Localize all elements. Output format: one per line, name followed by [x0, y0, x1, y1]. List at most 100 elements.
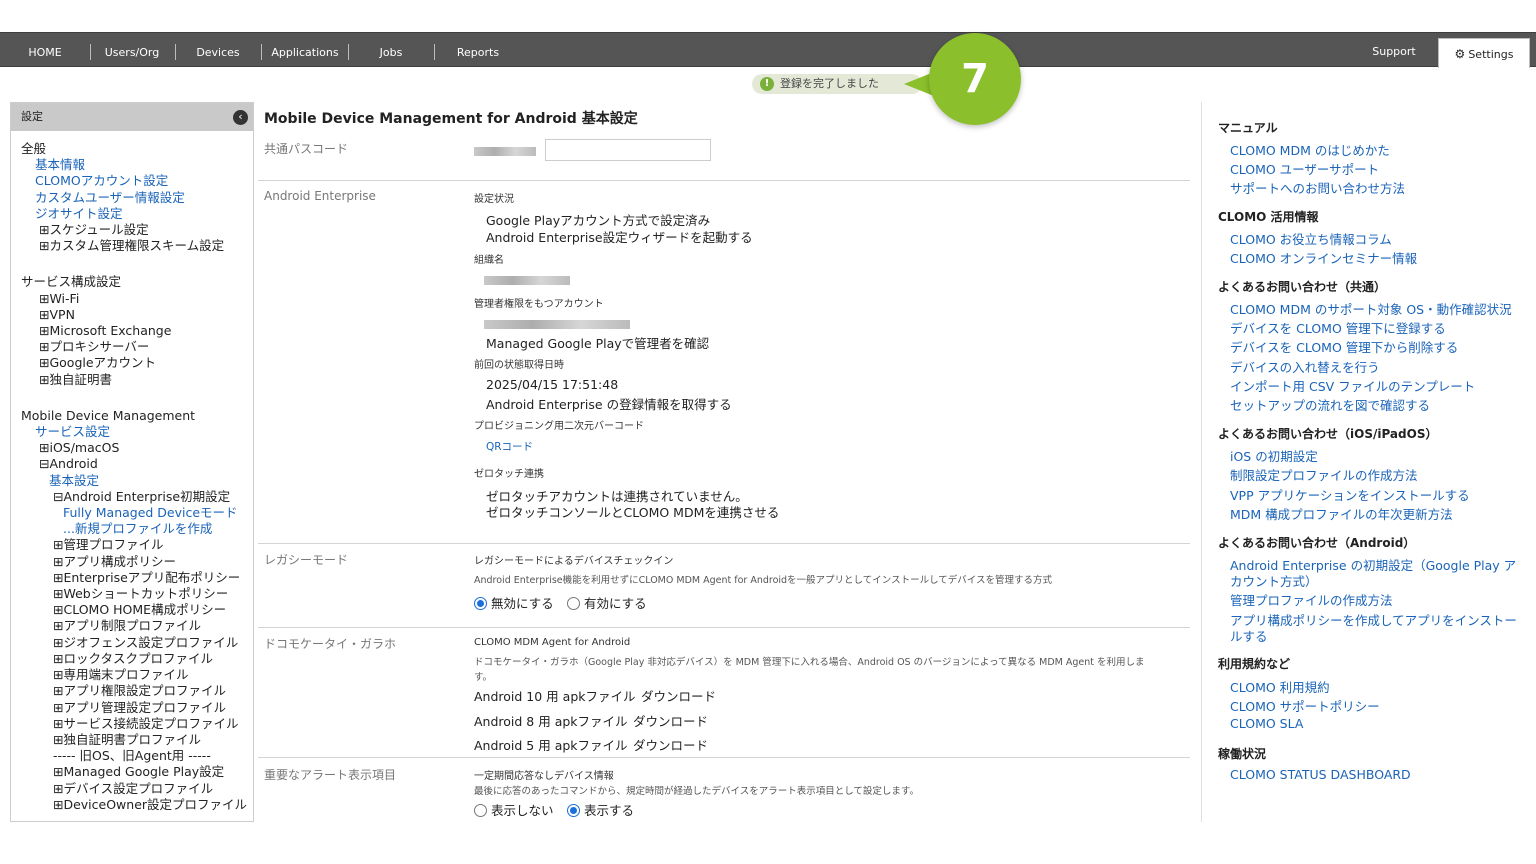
- radio-unselected[interactable]: [567, 597, 580, 610]
- qr-heading: プロビジョニング用二次元バーコード: [474, 421, 644, 432]
- tree-expandable-item[interactable]: ⊞アプリ構成ポリシー: [11, 554, 253, 570]
- help-link[interactable]: iOS の初期設定: [1230, 446, 1318, 465]
- divider: [258, 543, 1190, 544]
- tree-expandable-item[interactable]: ⊞iOS/macOS: [11, 440, 253, 456]
- qr-code-link[interactable]: QRコード: [486, 439, 533, 454]
- help-link[interactable]: セットアップの流れを図で確認する: [1230, 395, 1430, 414]
- tree-expandable-item[interactable]: ⊞管理プロファイル: [11, 537, 253, 553]
- apk10-download-link[interactable]: ダウンロード: [641, 686, 716, 705]
- masked-passcode: [474, 147, 536, 156]
- sidebar-header: 設定 ‹: [11, 103, 253, 131]
- tree-expandable-item[interactable]: ⊞Webショートカットポリシー: [11, 586, 253, 602]
- success-notice: ! 登録を完了しました: [752, 74, 922, 94]
- help-link[interactable]: CLOMO MDM のサポート対象 OS・動作確認状況: [1230, 299, 1512, 318]
- alert-hide-option[interactable]: 表示しない: [474, 800, 554, 819]
- help-link[interactable]: CLOMO MDM のはじめかた: [1230, 140, 1390, 159]
- help-link[interactable]: インポート用 CSV ファイルのテンプレート: [1230, 376, 1475, 395]
- collapse-icon[interactable]: ‹: [233, 110, 248, 125]
- help-link[interactable]: CLOMO お役立ち情報コラム: [1230, 229, 1392, 248]
- tree-expandable-item[interactable]: ⊞CLOMO HOME構成ポリシー: [11, 602, 253, 618]
- help-link[interactable]: 管理プロファイルの作成方法: [1230, 590, 1393, 609]
- nav-jobs[interactable]: Jobs: [366, 33, 416, 67]
- tree-expandable-item[interactable]: ⊞アプリ管理設定プロファイル: [11, 700, 253, 716]
- nav-devices[interactable]: Devices: [188, 33, 248, 67]
- tree-expandable-item[interactable]: ⊟Android: [11, 456, 253, 472]
- help-link[interactable]: CLOMO SLA: [1230, 716, 1303, 731]
- help-link[interactable]: カウント方式）: [1230, 571, 1318, 590]
- help-link[interactable]: CLOMO オンラインセミナー情報: [1230, 248, 1417, 267]
- radio-selected[interactable]: [567, 804, 580, 817]
- nav-reports[interactable]: Reports: [450, 33, 506, 67]
- help-link[interactable]: 制限設定プロファイルの作成方法: [1230, 465, 1418, 484]
- help-link[interactable]: デバイスの入れ替えを行う: [1230, 357, 1380, 376]
- managed-google-play-admin-link[interactable]: Managed Google Playで管理者を確認: [486, 333, 709, 352]
- nav-users-org[interactable]: Users/Org: [98, 33, 166, 67]
- tree-expandable-item[interactable]: ⊞サービス接続設定プロファイル: [11, 716, 253, 732]
- radio-unselected[interactable]: [474, 804, 487, 817]
- help-link[interactable]: CLOMO サポートポリシー: [1230, 696, 1380, 715]
- tree-expandable-item[interactable]: ⊞アプリ権限設定プロファイル: [11, 683, 253, 699]
- nav-settings-tab[interactable]: ⚙ Settings: [1438, 38, 1530, 68]
- tree-expandable-item[interactable]: ⊞アプリ制限プロファイル: [11, 618, 253, 634]
- legacy-heading: レガシーモードによるデバイスチェックイン: [474, 556, 674, 567]
- divider: [258, 757, 1190, 758]
- tree-link[interactable]: カスタムユーザー情報設定: [11, 190, 253, 206]
- tree-expandable-item[interactable]: ⊞Managed Google Play設定: [11, 764, 253, 780]
- tree-expandable-item[interactable]: ⊞DeviceOwner設定プロファイル: [11, 797, 253, 813]
- settings-sidebar: 設定 ‹ 全般 基本情報 CLOMOアカウント設定 カスタムユーザー情報設定 ジオサイト…: [10, 102, 254, 822]
- tree-expandable-item[interactable]: ⊞専用端末プロファイル: [11, 667, 253, 683]
- legacy-disable-option[interactable]: 無効にする: [474, 593, 554, 612]
- tree-expandable-item[interactable]: ⊞カスタム管理権限スキーム設定: [11, 238, 253, 254]
- help-link[interactable]: CLOMO ユーザーサポート: [1230, 159, 1379, 178]
- alert-items-label: 重要なアラート表示項目: [264, 768, 397, 782]
- help-link[interactable]: デバイスを CLOMO 管理下から削除する: [1230, 337, 1458, 356]
- zero-touch-heading: ゼロタッチ連携: [474, 469, 544, 480]
- ae-wizard-link[interactable]: Android Enterprise設定ウィザードを起動する: [486, 227, 753, 246]
- tree-expandable-item[interactable]: ⊞独自証明書プロファイル: [11, 732, 253, 748]
- tree-expandable-item[interactable]: ⊞独自証明書: [11, 372, 253, 388]
- zero-touch-link[interactable]: ゼロタッチコンソールとCLOMO MDMを連携させる: [486, 502, 779, 521]
- help-link[interactable]: CLOMO 利用規約: [1230, 677, 1330, 696]
- fetch-ae-info-link[interactable]: Android Enterprise の登録情報を取得する: [486, 394, 732, 413]
- help-link[interactable]: アプリ構成ポリシーを作成してアプリをインストー: [1230, 610, 1517, 629]
- help-link[interactable]: CLOMO STATUS DASHBOARD: [1230, 767, 1411, 782]
- tree-link[interactable]: Fully Managed Deviceモード: [11, 505, 253, 521]
- last-status-value: 2025/04/15 17:51:48: [486, 377, 619, 392]
- tree-expandable-item[interactable]: ⊞プロキシサーバー: [11, 339, 253, 355]
- help-section-heading: CLOMO 活用情報: [1218, 210, 1319, 224]
- tree-expandable-item[interactable]: ⊞ロックタスクプロファイル: [11, 651, 253, 667]
- tree-expandable-item[interactable]: ----- 旧OS、旧Agent用 -----: [11, 748, 253, 764]
- help-link[interactable]: ルする: [1230, 626, 1268, 645]
- tree-expandable-item[interactable]: ⊞VPN: [11, 307, 253, 323]
- nav-applications[interactable]: Applications: [268, 33, 342, 67]
- tree-link[interactable]: CLOMOアカウント設定: [11, 173, 253, 189]
- help-link[interactable]: サポートへのお問い合わせ方法: [1230, 178, 1405, 197]
- alert-show-option[interactable]: 表示する: [567, 800, 634, 819]
- tree-link[interactable]: 基本情報: [11, 157, 253, 173]
- tree-link[interactable]: ジオサイト設定: [11, 206, 253, 222]
- tree-expandable-item[interactable]: ⊞スケジュール設定: [11, 222, 253, 238]
- tree-expandable-item[interactable]: ⊞Enterpriseアプリ配布ポリシー: [11, 570, 253, 586]
- masked-org-name: [484, 276, 570, 285]
- tree-link[interactable]: 基本設定: [11, 473, 253, 489]
- apk8-download-link[interactable]: ダウンロード: [633, 711, 708, 730]
- tree-expandable-item[interactable]: ⊞Googleアカウント: [11, 355, 253, 371]
- help-link[interactable]: VPP アプリケーションをインストールする: [1230, 485, 1470, 504]
- passcode-field[interactable]: [545, 139, 711, 161]
- help-link[interactable]: デバイスを CLOMO 管理下に登録する: [1230, 318, 1446, 337]
- tree-link[interactable]: ...新規プロファイルを作成: [11, 521, 253, 537]
- nav-support[interactable]: Support: [1364, 33, 1424, 67]
- legacy-enable-option[interactable]: 有効にする: [567, 593, 647, 612]
- tree-expandable-item[interactable]: ⊞Microsoft Exchange: [11, 323, 253, 339]
- tree-expandable-item[interactable]: ⊟Android Enterprise初期設定: [11, 489, 253, 505]
- passcode-label: 共通パスコード: [264, 142, 349, 156]
- nav-home[interactable]: HOME: [20, 33, 70, 67]
- help-link[interactable]: MDM 構成プロファイルの年次更新方法: [1230, 504, 1453, 523]
- tree-expandable-item[interactable]: ⊞デバイス設定プロファイル: [11, 781, 253, 797]
- page-title: Mobile Device Management for Android 基本設…: [264, 111, 638, 127]
- tree-expandable-item[interactable]: ⊞ジオフェンス設定プロファイル: [11, 635, 253, 651]
- apk5-download-link[interactable]: ダウンロード: [633, 735, 708, 754]
- tree-expandable-item[interactable]: ⊞Wi-Fi: [11, 291, 253, 307]
- tree-link[interactable]: サービス設定: [11, 424, 253, 440]
- radio-selected[interactable]: [474, 597, 487, 610]
